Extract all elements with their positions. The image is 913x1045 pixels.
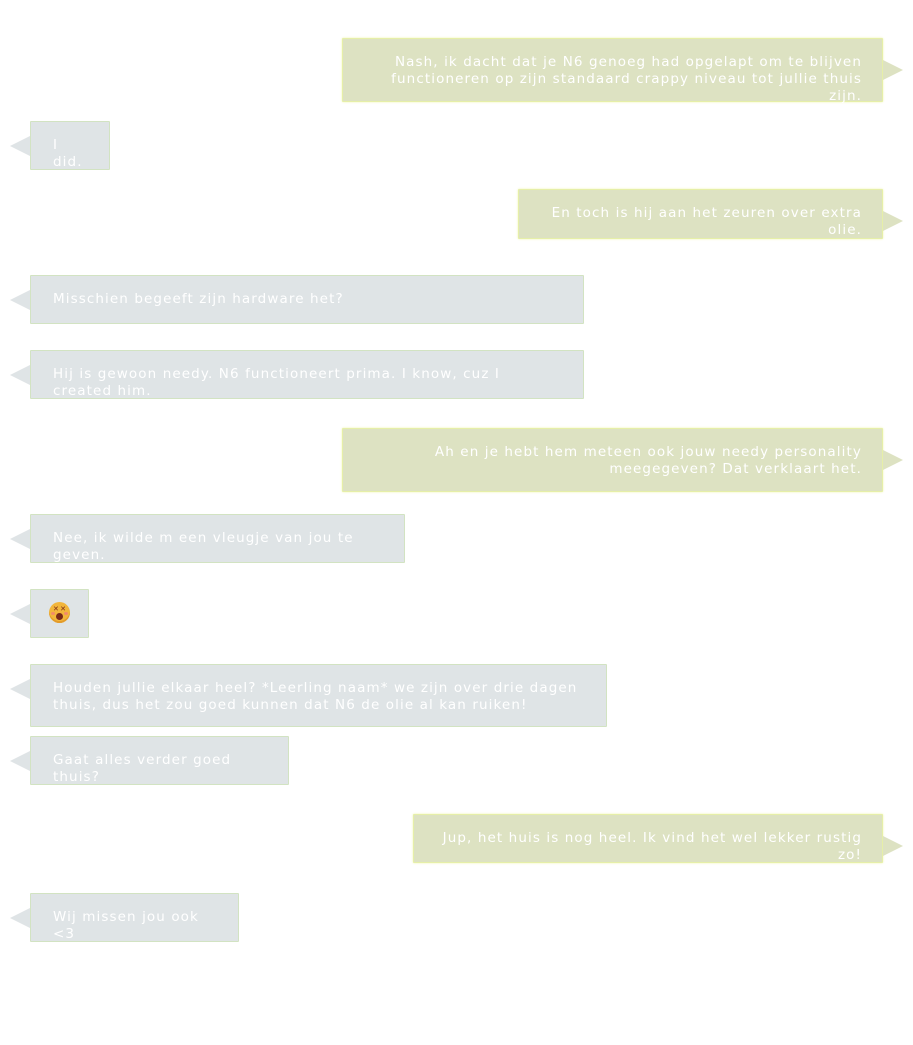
chat-thread: Nash, ik dacht dat je N6 genoeg had opge… bbox=[0, 0, 913, 1045]
message-incoming: Wij missen jou ook <3 bbox=[10, 893, 239, 942]
message-text: Wij missen jou ook <3 bbox=[53, 909, 199, 942]
message-incoming: Gaat alles verder goed thuis? bbox=[10, 736, 289, 785]
message-incoming-emoji: ✕ ✕ bbox=[10, 589, 89, 638]
message-incoming: Nee, ik wilde m een vleugje van jou te g… bbox=[10, 514, 405, 563]
message-text: I did. bbox=[53, 137, 83, 170]
cheek-left bbox=[51, 612, 55, 615]
message-text: Nee, ik wilde m een vleugje van jou te g… bbox=[53, 530, 354, 563]
message-text: Ah en je hebt hem meteen ook jouw needy … bbox=[434, 444, 862, 477]
mouth bbox=[56, 613, 63, 620]
message-text: Gaat alles verder goed thuis? bbox=[53, 752, 232, 785]
message-outgoing: Nash, ik dacht dat je N6 genoeg had opge… bbox=[342, 38, 903, 104]
message-text: Misschien begeeft zijn hardware het? bbox=[53, 291, 344, 307]
message-incoming: Houden jullie elkaar heel? *Leerling naa… bbox=[10, 664, 607, 727]
message-incoming: Misschien begeeft zijn hardware het? bbox=[10, 275, 584, 324]
message-outgoing: Jup, het huis is nog heel. Ik vind het w… bbox=[413, 814, 903, 863]
message-outgoing: En toch is hij aan het zeuren over extra… bbox=[518, 189, 903, 239]
message-incoming: Hij is gewoon needy. N6 functioneert pri… bbox=[10, 350, 584, 399]
message-text: Hij is gewoon needy. N6 functioneert pri… bbox=[53, 366, 501, 399]
dizzy-face-emoji-icon: ✕ ✕ bbox=[49, 602, 70, 623]
cheek-right bbox=[64, 612, 68, 615]
message-text: Nash, ik dacht dat je N6 genoeg had opge… bbox=[391, 54, 862, 104]
message-incoming: I did. bbox=[10, 121, 110, 170]
message-outgoing: Ah en je hebt hem meteen ook jouw needy … bbox=[342, 428, 903, 492]
message-text: Houden jullie elkaar heel? *Leerling naa… bbox=[53, 680, 578, 713]
message-text: En toch is hij aan het zeuren over extra… bbox=[551, 205, 862, 238]
message-text: Jup, het huis is nog heel. Ik vind het w… bbox=[442, 830, 862, 863]
